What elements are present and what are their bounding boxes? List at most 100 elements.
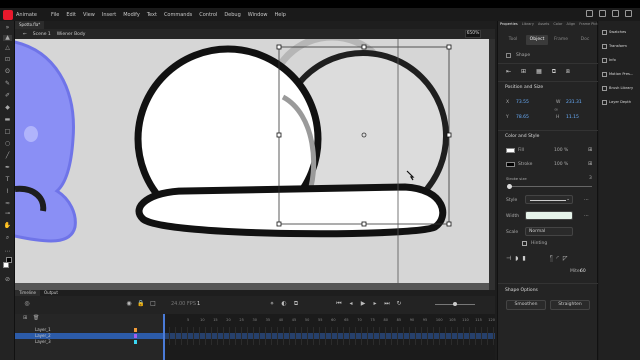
collapse-tools-icon[interactable]: » (3, 25, 12, 31)
delete-layer-icon[interactable]: 🗑 (33, 315, 39, 321)
w-field[interactable]: 231.31 (566, 100, 582, 105)
hinting-checkbox[interactable] (522, 241, 527, 246)
menu-window[interactable]: Window (248, 12, 268, 18)
subtab-object[interactable]: Object (526, 35, 548, 45)
layer-color-swatch[interactable] (134, 340, 137, 344)
ruler-tick[interactable]: 120 (488, 318, 495, 322)
eyedropper-tool-icon[interactable]: ⌇ (3, 189, 12, 195)
subtab-frame[interactable]: Frame (550, 35, 572, 45)
width-profile-dropdown[interactable] (525, 211, 573, 220)
prev-frame-icon[interactable]: ◂ (347, 300, 355, 308)
ruler-tick[interactable]: 15 (213, 318, 217, 322)
next-frame-icon[interactable]: ▸ (371, 300, 379, 308)
ruler-tick[interactable]: 25 (239, 318, 243, 322)
miter-value[interactable]: 60 (580, 269, 586, 274)
loop-icon[interactable]: ↻ (395, 300, 403, 308)
align-left-icon[interactable]: ⇤ (506, 68, 511, 76)
lasso-tool-icon[interactable]: ʘ (3, 69, 12, 75)
ruler-tick[interactable]: 105 (449, 318, 456, 322)
join-round-icon[interactable]: ◜ (557, 255, 559, 262)
line-tool-icon[interactable]: ╱ (3, 153, 12, 159)
more-tools-icon[interactable]: ⋯ (3, 249, 12, 255)
ruler-tick[interactable]: 40 (279, 318, 283, 322)
layer-color-swatch[interactable] (134, 334, 137, 338)
tab-properties[interactable]: Properties (498, 21, 520, 29)
text-tool-icon[interactable]: T (3, 177, 12, 183)
align-center-icon[interactable]: ⊞ (521, 68, 526, 76)
dock-swatches[interactable]: Swatches (602, 27, 640, 37)
eraser-tool-icon[interactable]: ▬ (3, 117, 12, 123)
layer-color-swatch[interactable] (134, 328, 137, 332)
ruler-tick[interactable]: 5 (187, 318, 189, 322)
fill-alpha[interactable]: 100 % (554, 148, 568, 153)
pencil-tool-icon[interactable]: ✎ (3, 81, 12, 87)
add-layer-icon[interactable]: ⊞ (23, 315, 27, 321)
tab-assets[interactable]: Assets (536, 21, 551, 29)
subtab-tool[interactable]: Tool (502, 35, 524, 45)
zoom-tool-icon[interactable]: ⌕ (3, 235, 12, 241)
ruler-tick[interactable]: 110 (462, 318, 469, 322)
ruler-tick[interactable]: 55 (318, 318, 322, 322)
stroke-size-value[interactable]: 3 (589, 176, 592, 181)
dock-layer-depth[interactable]: Layer Depth (602, 97, 640, 107)
ruler-tick[interactable]: 10 (200, 318, 204, 322)
ruler-tick[interactable]: 65 (344, 318, 348, 322)
tab-color[interactable]: Color (551, 21, 564, 29)
symbol-crumb[interactable]: Wiener Body (57, 32, 86, 37)
align-break-icon[interactable]: ⧉ (552, 68, 556, 76)
y-field[interactable]: 78.65 (516, 115, 529, 120)
play-icon[interactable]: ▶ (359, 300, 367, 308)
stage[interactable] (15, 39, 493, 283)
workspace-icon[interactable] (612, 10, 619, 17)
join-miter-icon[interactable]: ⌜ (549, 255, 553, 262)
ruler-tick[interactable]: 115 (475, 318, 482, 322)
menu-text[interactable]: Text (147, 12, 157, 18)
style-dropdown[interactable]: ⌄ (525, 195, 573, 204)
first-frame-icon[interactable]: ⏮ (335, 300, 343, 308)
dock-transform[interactable]: Transform (602, 41, 640, 51)
hand-tool-icon[interactable]: ✋ (3, 223, 12, 229)
fps-value[interactable]: 24.00 (171, 301, 185, 307)
dock-motion-presets[interactable]: Motion Pres... (602, 69, 640, 79)
menu-view[interactable]: View (83, 12, 95, 18)
pen-tool-icon[interactable]: ✒ (3, 165, 12, 171)
frame-row[interactable] (163, 339, 495, 345)
bone-tool-icon[interactable]: ⊸ (3, 211, 12, 217)
shape-options-header[interactable]: Shape Options (505, 288, 538, 293)
menu-control[interactable]: Control (199, 12, 217, 18)
playhead[interactable] (163, 314, 165, 360)
lock-icon[interactable]: 🔒 (137, 300, 145, 308)
ruler-tick[interactable]: 50 (305, 318, 309, 322)
rectangle-tool-icon[interactable]: □ (3, 129, 12, 135)
ruler-tick[interactable]: 90 (410, 318, 414, 322)
zoom-field[interactable]: 650% (465, 30, 481, 38)
fill-swatch[interactable] (506, 148, 515, 153)
frame-ruler[interactable]: 5 10 15 20 25 30 35 40 45 50 55 60 65 70 75 80 85 90 95 100… (163, 318, 495, 324)
color-style-header[interactable]: Color and Style (505, 134, 539, 139)
ruler-tick[interactable]: 70 (357, 318, 361, 322)
menu-edit[interactable]: Edit (66, 12, 76, 18)
align-distribute-icon[interactable]: ⧈ (566, 68, 570, 76)
stroke-color-swatch[interactable] (6, 257, 12, 263)
stroke-options-icon[interactable]: ⊞ (588, 161, 592, 167)
camera-icon[interactable]: ◎ (23, 300, 31, 308)
cap-square-icon[interactable]: ▮ (522, 255, 525, 262)
ruler-tick[interactable]: 60 (331, 318, 335, 322)
current-frame[interactable]: 1 (197, 301, 200, 307)
menu-help[interactable]: Help (275, 12, 286, 18)
close-window-icon[interactable] (625, 10, 632, 17)
back-arrow-icon[interactable]: ← (23, 32, 27, 37)
dock-info[interactable]: Info (602, 55, 640, 65)
scene-crumb[interactable]: Scene 1 (33, 32, 51, 37)
stroke-alpha[interactable]: 100 % (554, 162, 568, 167)
style-edit-icon[interactable]: ⋯ (584, 197, 589, 203)
position-size-header[interactable]: Position and Size (505, 85, 543, 90)
timeline-zoom-thumb[interactable] (453, 302, 457, 306)
ruler-tick[interactable]: 95 (423, 318, 427, 322)
brush-tool-icon[interactable]: ✐ (3, 93, 12, 99)
stroke-size-slider[interactable] (508, 186, 592, 187)
scale-dropdown[interactable]: Normal (525, 227, 573, 236)
menu-debug[interactable]: Debug (224, 12, 240, 18)
edit-multiple-icon[interactable]: ⧉ (292, 300, 300, 308)
last-frame-icon[interactable]: ⏭ (383, 300, 391, 308)
